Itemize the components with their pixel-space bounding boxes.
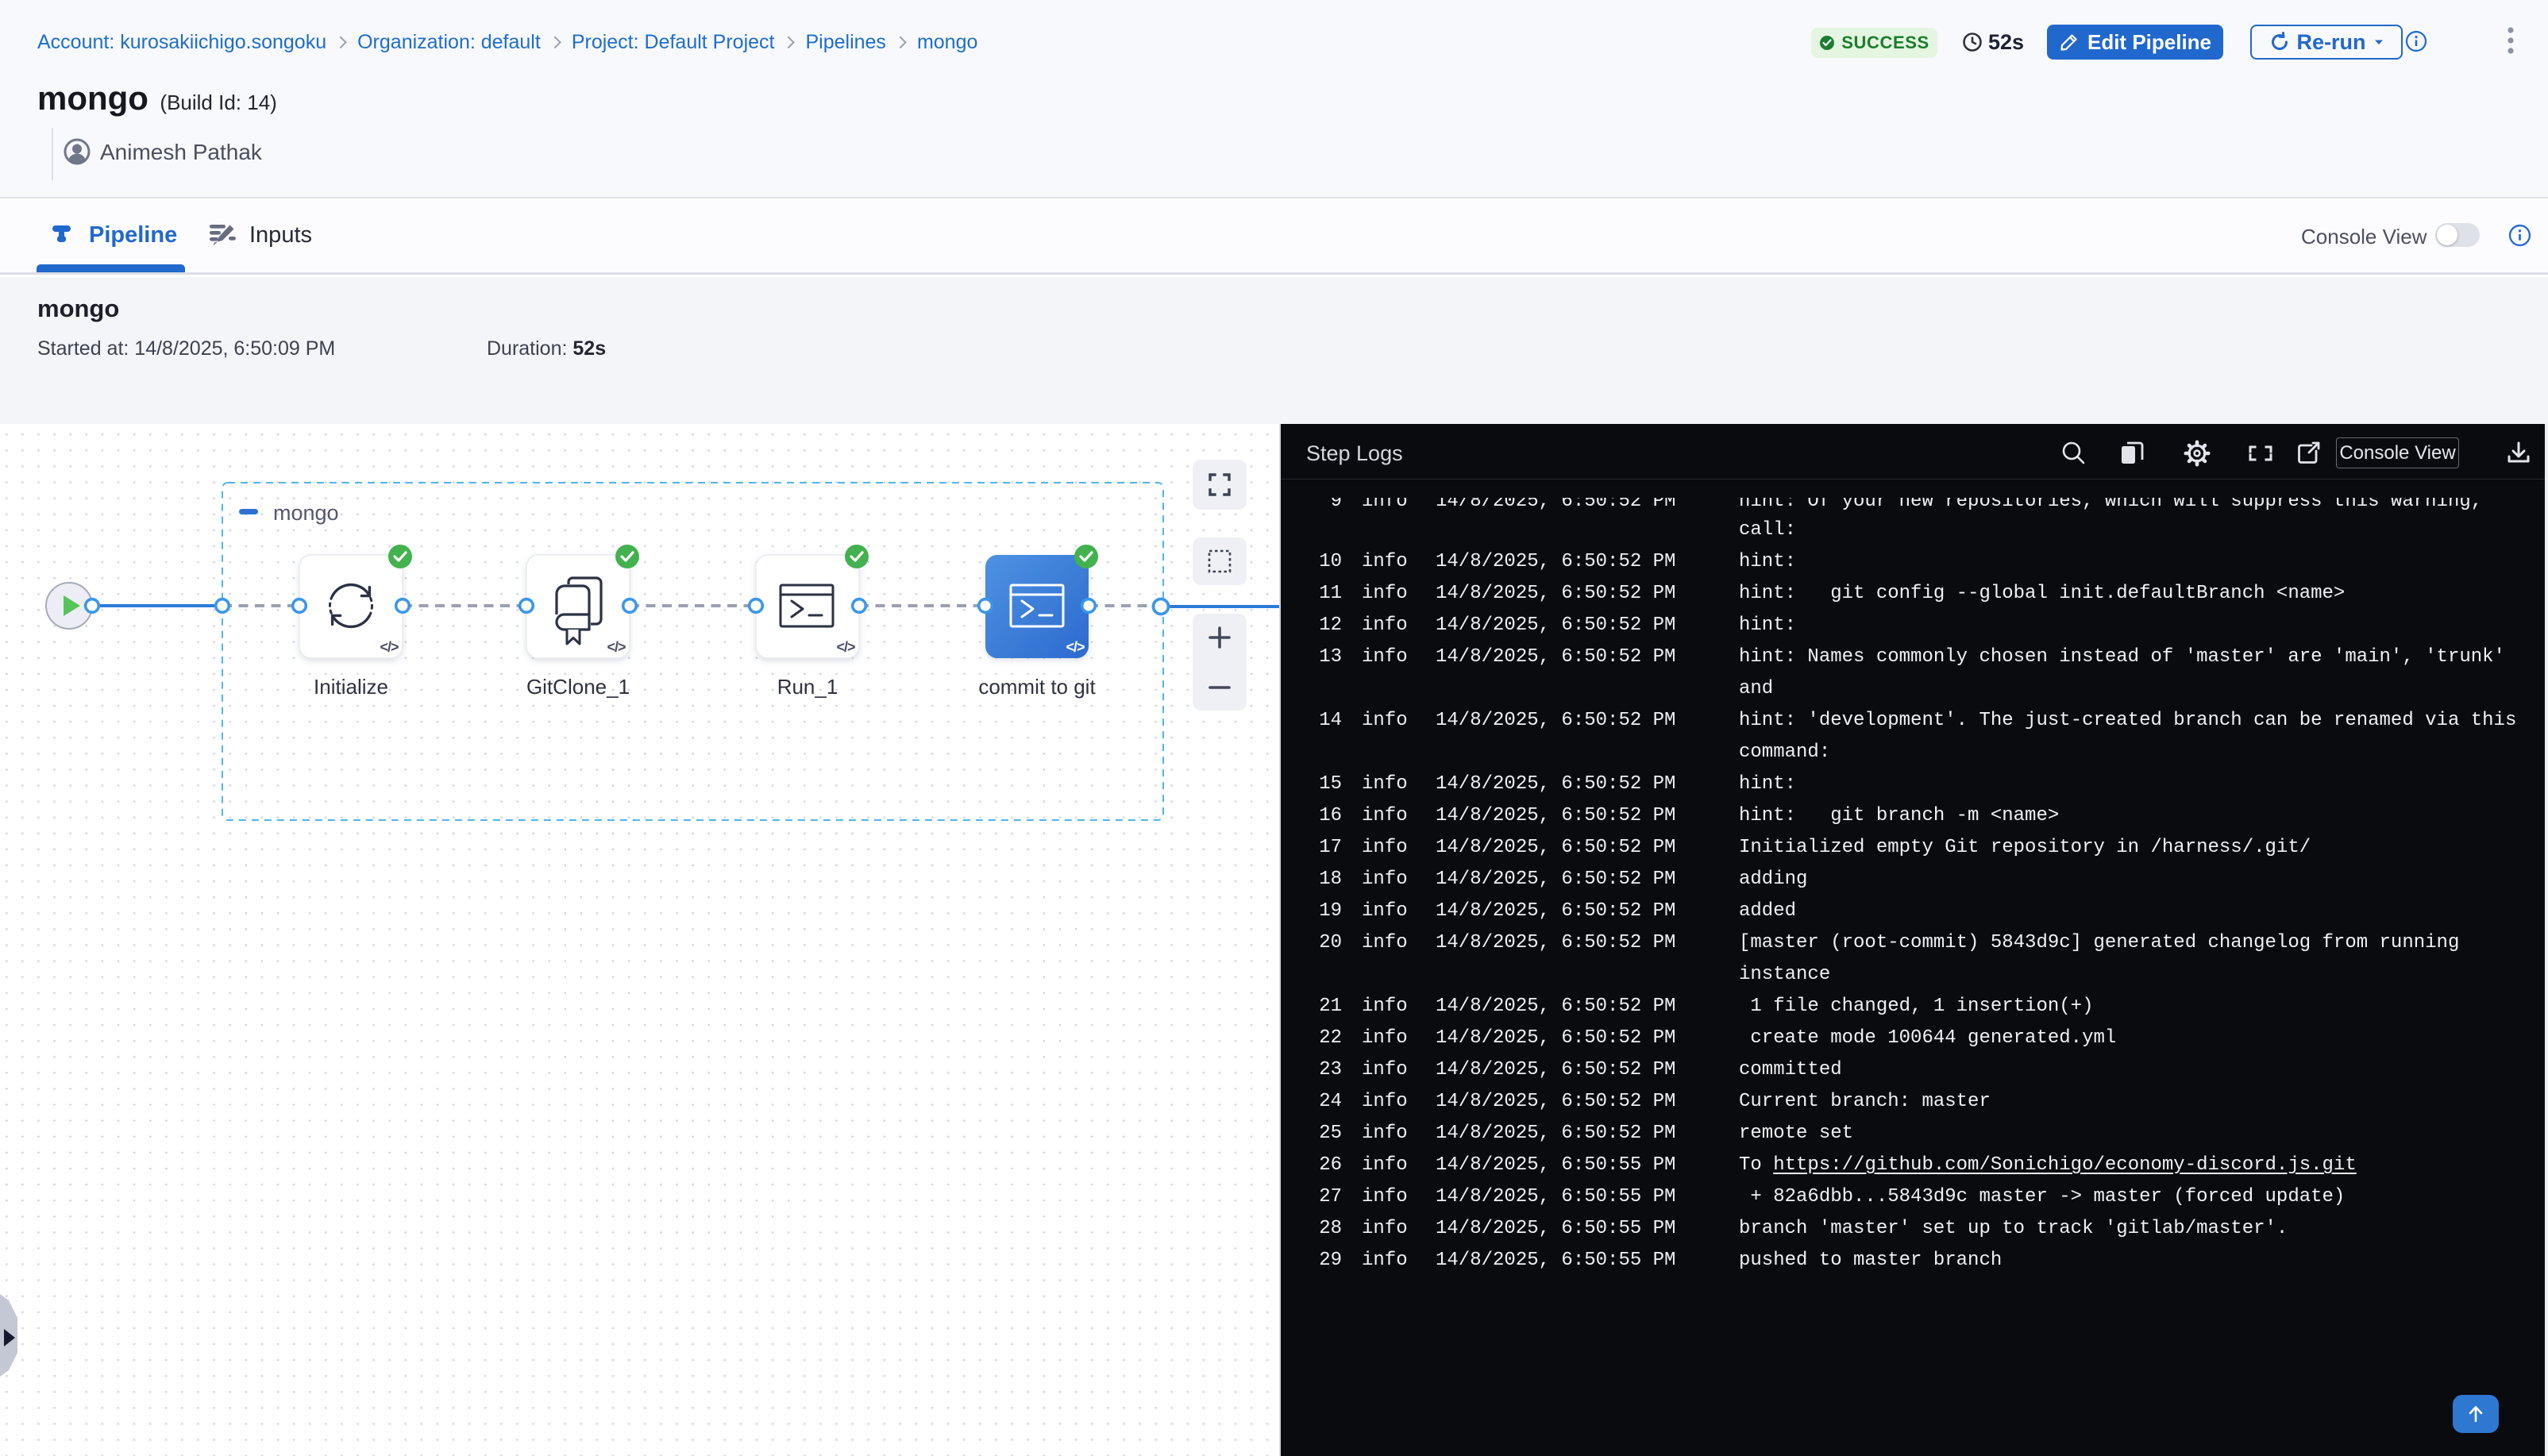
svg-text:</>: </> — [380, 639, 399, 655]
svg-text:Initialize: Initialize — [314, 675, 388, 699]
svg-text:GitClone_1: GitClone_1 — [526, 675, 630, 699]
svg-text:</>: </> — [836, 639, 855, 655]
svg-text:Run_1: Run_1 — [777, 675, 838, 699]
svg-text:mongo: mongo — [273, 501, 339, 525]
svg-text:</>: </> — [607, 639, 626, 655]
svg-text:commit to git: commit to git — [978, 675, 1096, 699]
svg-text:</>: </> — [1066, 639, 1085, 655]
